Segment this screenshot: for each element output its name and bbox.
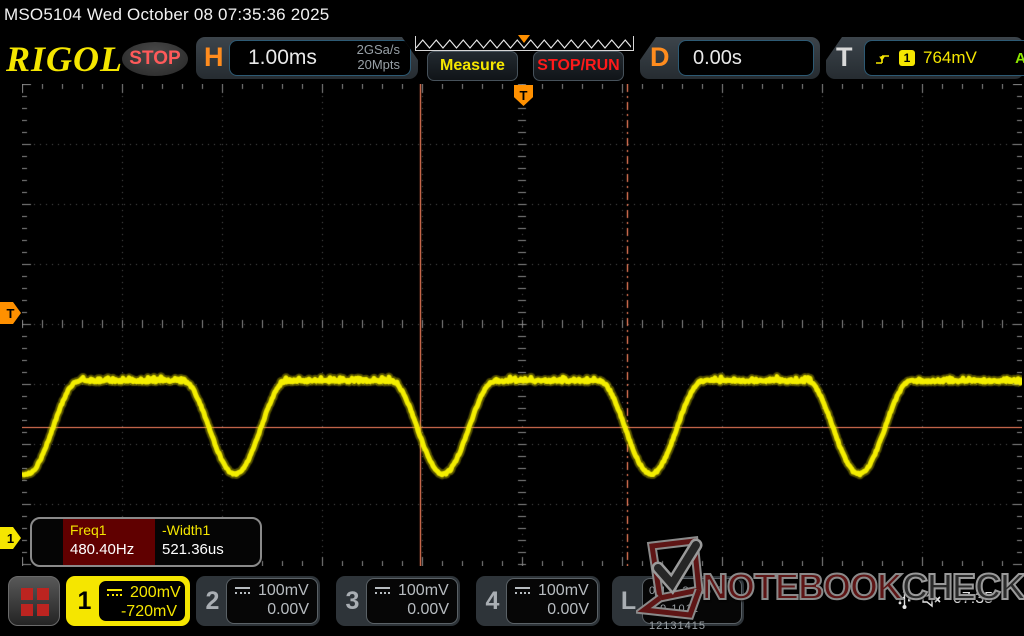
- coupling-icon: [235, 587, 250, 596]
- trigger-source-badge: 1: [899, 50, 915, 66]
- channel-offset: 0.00V: [235, 601, 309, 619]
- channel-1-number: 1: [68, 578, 101, 624]
- delay-settings-panel[interactable]: D 0.00s: [640, 37, 820, 79]
- trigger-sweep-mode: A: [1015, 50, 1024, 67]
- channel-2-values: 100mV 0.00V: [226, 578, 318, 624]
- channel-2-number: 2: [196, 576, 229, 626]
- stop-run-button[interactable]: STOP/RUN: [533, 51, 624, 81]
- channel-3-box[interactable]: 3 100mV 0.00V: [336, 576, 460, 626]
- channel-offset: 0.00V: [515, 601, 589, 619]
- measurement-value: 480.40Hz: [70, 541, 155, 558]
- samplerate-memdepth: 2GSa/s 20Mpts: [357, 43, 400, 73]
- digital-row-2: 8 9 1011 12131415: [649, 601, 741, 636]
- delay-label: D: [650, 42, 670, 73]
- channel-scale: 100mV: [258, 582, 309, 600]
- trigger-position-overview-icon[interactable]: [518, 35, 530, 43]
- trigger-settings-panel[interactable]: T 1 764mV A: [826, 37, 1024, 79]
- clock-label: 07:35: [953, 590, 993, 608]
- channel1-offset-marker[interactable]: 1: [0, 527, 21, 549]
- horizontal-label: H: [204, 42, 224, 73]
- channel-4-box[interactable]: 4 100mV 0.00V: [476, 576, 600, 626]
- main-menu-button[interactable]: [8, 576, 60, 626]
- timebase-box[interactable]: 1.00ms 2GSa/s 20Mpts: [229, 40, 411, 76]
- channel-scale: 200mV: [130, 584, 181, 602]
- channel-1-values: 200mV -720mV: [98, 580, 186, 622]
- measure-button[interactable]: Measure: [427, 51, 518, 81]
- trigger-slope-icon: [874, 51, 891, 66]
- status-icons: 07:35: [898, 588, 993, 610]
- measurement-results-box[interactable]: Freq1 480.40Hz -Width1 521.36us: [30, 517, 262, 567]
- measurement-name: Freq1: [70, 522, 155, 538]
- channel-1-box[interactable]: 1 200mV -720mV: [66, 576, 190, 626]
- window-title: MSO5104 Wed October 08 07:35:36 2025: [4, 5, 329, 25]
- run-state-badge[interactable]: STOP: [122, 42, 188, 76]
- channel-scale: 100mV: [398, 582, 449, 600]
- timebase-value: 1.00ms: [248, 46, 317, 70]
- waveform-display[interactable]: [22, 84, 1022, 566]
- digital-row-1: 0 1 2 3 4 5 6 7: [649, 583, 741, 601]
- sample-rate: 2GSa/s: [357, 42, 400, 57]
- channel-3-values: 100mV 0.00V: [366, 578, 458, 624]
- menu-grid-icon: [21, 588, 47, 614]
- coupling-icon: [107, 589, 122, 598]
- channel-4-values: 100mV 0.00V: [506, 578, 598, 624]
- digital-label: L: [612, 576, 645, 626]
- delay-value: 0.00s: [693, 47, 742, 70]
- channel-3-number: 3: [336, 576, 369, 626]
- trigger-box[interactable]: 1 764mV A: [864, 40, 1024, 76]
- measurement-value: 521.36us: [162, 541, 255, 558]
- digital-channels-box[interactable]: L 0 1 2 3 4 5 6 7 8 9 1011 12131415: [612, 576, 744, 626]
- channel-offset: -720mV: [107, 603, 177, 621]
- coupling-icon: [375, 587, 390, 596]
- measurement-freq1[interactable]: Freq1 480.40Hz: [63, 519, 155, 565]
- delay-box[interactable]: 0.00s: [678, 40, 814, 76]
- channel-offset: 0.00V: [375, 601, 449, 619]
- trigger-label: T: [836, 42, 853, 73]
- measurement-nwidth1[interactable]: -Width1 521.36us: [155, 519, 255, 565]
- coupling-icon: [515, 587, 530, 596]
- channel-scale: 100mV: [538, 582, 589, 600]
- speaker-muted-icon: [921, 590, 943, 608]
- usb-icon: [898, 588, 911, 610]
- memory-depth: 20Mpts: [357, 57, 400, 72]
- trigger-level-marker[interactable]: T: [0, 302, 21, 324]
- channel-2-box[interactable]: 2 100mV 0.00V: [196, 576, 320, 626]
- measurement-name: -Width1: [162, 522, 255, 538]
- digital-channel-list: 0 1 2 3 4 5 6 7 8 9 1011 12131415: [642, 578, 742, 624]
- rigol-logo: RIGOL: [6, 38, 123, 80]
- channel-4-number: 4: [476, 576, 509, 626]
- horizontal-settings-panel[interactable]: H 1.00ms 2GSa/s 20Mpts: [196, 37, 418, 79]
- trigger-level-value: 764mV: [923, 48, 977, 68]
